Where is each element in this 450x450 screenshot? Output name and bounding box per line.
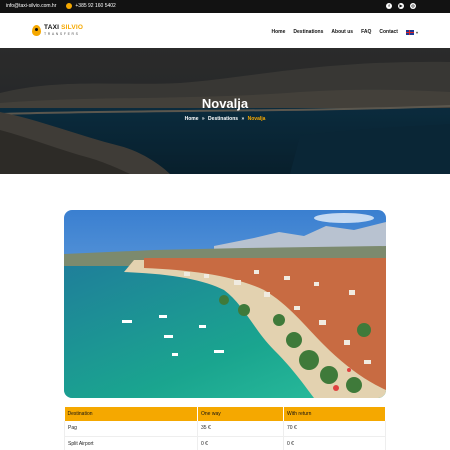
column-header: One way	[197, 407, 284, 421]
logo-sub: TRANSFERS	[44, 31, 80, 36]
instagram-icon[interactable]: ◎	[410, 3, 416, 9]
site-logo[interactable]: TAXI SILVIO TRANSFERS	[32, 24, 84, 36]
price-table: Destination One way With return Pag 35 €…	[64, 407, 386, 450]
breadcrumb-home[interactable]: Home	[185, 116, 199, 122]
nav-destinations[interactable]: Destinations	[293, 29, 323, 35]
nav-home[interactable]: Home	[271, 29, 285, 35]
one-way-price-cell: 0 €	[197, 436, 284, 450]
breadcrumb: Home » Destinations » Novalja	[0, 116, 450, 122]
breadcrumb-separator: »	[201, 116, 205, 122]
page-title: Novalja	[201, 96, 249, 111]
breadcrumb-destinations[interactable]: Destinations	[208, 116, 238, 122]
return-price-cell: 0 €	[283, 436, 386, 450]
logo-text: TAXI SILVIO TRANSFERS	[44, 24, 84, 36]
email-link[interactable]: info@taxi-silvio.com.hr	[6, 3, 56, 9]
language-selector[interactable]: ▾	[405, 29, 418, 35]
site-header: TAXI SILVIO TRANSFERS Home Destinations …	[0, 13, 450, 48]
column-header: With return	[283, 407, 386, 421]
email-text[interactable]: info@taxi-silvio.com.hr	[6, 3, 56, 9]
logo-main: TAXI SILVIO	[44, 24, 84, 32]
top-contact-bar: info@taxi-silvio.com.hr +385 92 160 5402…	[0, 0, 450, 13]
hero-background-image	[0, 48, 450, 174]
youtube-icon[interactable]: ▶	[398, 3, 404, 9]
breadcrumb-separator: »	[241, 116, 245, 122]
table-row: Pag 35 € 70 €	[64, 421, 386, 437]
contact-info: info@taxi-silvio.com.hr +385 92 160 5402	[6, 3, 116, 9]
uk-flag-icon	[405, 29, 414, 35]
facebook-icon[interactable]: f	[386, 3, 392, 9]
hero-banner: Novalja Home » Destinations » Novalja	[0, 48, 450, 174]
logo-word-taxi: TAXI	[44, 24, 62, 31]
chevron-down-icon: ▾	[415, 29, 418, 35]
logo-word-silvio: SILVIO	[61, 24, 84, 31]
destination-photo	[64, 210, 386, 398]
nav-about-us[interactable]: About us	[331, 29, 353, 35]
phone-text[interactable]: +385 92 160 5402	[75, 3, 115, 9]
one-way-price-cell: 35 €	[197, 421, 284, 437]
table-header-row: Destination One way With return	[64, 407, 386, 421]
breadcrumb-current: Novalja	[247, 116, 266, 122]
column-header: Destination	[64, 407, 198, 421]
destination-cell: Split Airport	[64, 436, 198, 450]
location-pin-icon	[32, 25, 41, 36]
social-links: f ▶ ◎	[386, 3, 416, 9]
nav-faq[interactable]: FAQ	[361, 29, 371, 35]
main-nav: Home Destinations About us FAQ Contact ▾	[271, 29, 418, 35]
nav-contact[interactable]: Contact	[379, 29, 398, 35]
table-row: Split Airport 0 € 0 €	[64, 436, 386, 450]
destination-cell: Pag	[64, 421, 198, 437]
return-price-cell: 70 €	[283, 421, 386, 437]
phone-icon	[66, 3, 73, 9]
phone-link[interactable]: +385 92 160 5402	[66, 3, 116, 9]
novalja-aerial-image	[64, 210, 386, 398]
